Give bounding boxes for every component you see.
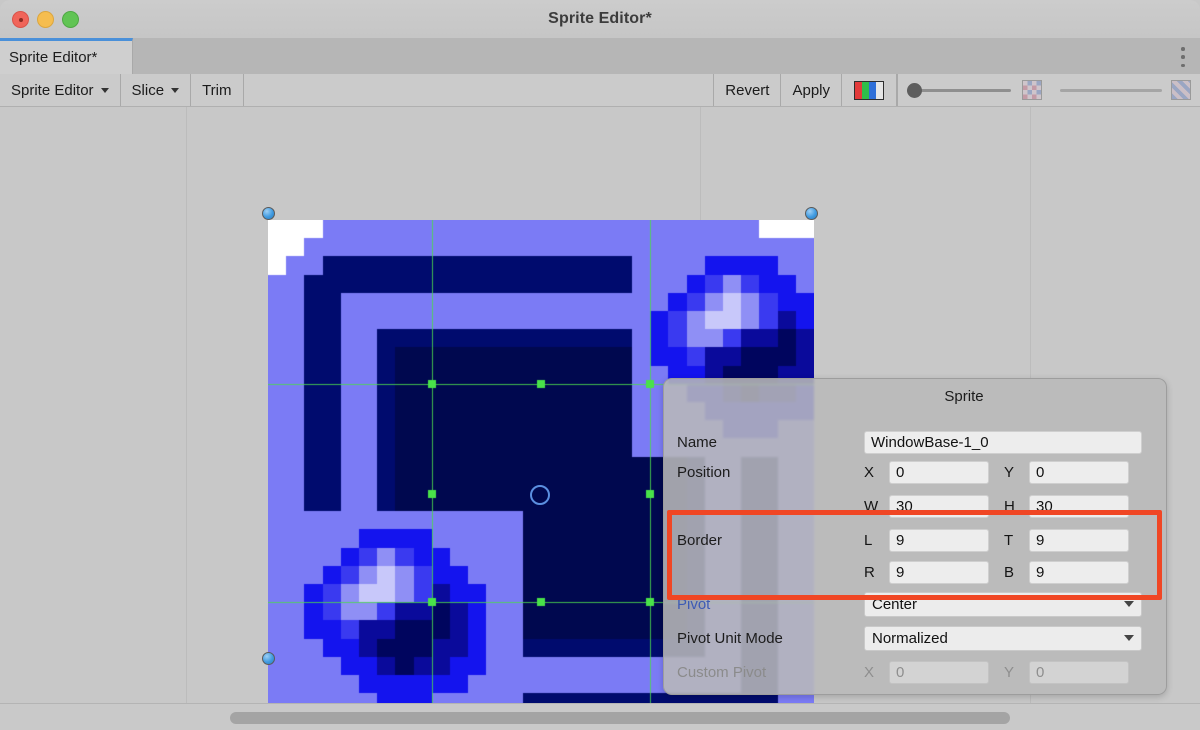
- size-h-input[interactable]: 30: [1029, 494, 1129, 518]
- toolbar-right-group: Revert Apply: [714, 74, 1200, 106]
- size-w-input[interactable]: 30: [889, 494, 989, 518]
- alpha-slider[interactable]: [1051, 74, 1200, 106]
- trim-label: Trim: [202, 81, 232, 99]
- tab-sprite-editor[interactable]: Sprite Editor*: [0, 38, 133, 74]
- kebab-menu-icon[interactable]: [1180, 47, 1186, 67]
- name-label: Name: [677, 433, 718, 451]
- position-y-input[interactable]: 0: [1029, 460, 1129, 484]
- size-wh-group: W 30 H 30: [864, 494, 1129, 518]
- size-h-axis-label: H: [1004, 497, 1015, 515]
- revert-label: Revert: [725, 81, 770, 99]
- name-input[interactable]: WindowBase-1_0: [864, 430, 1142, 454]
- sprite-editor-dropdown-button[interactable]: Sprite Editor: [0, 74, 121, 106]
- zoom-slider-knob[interactable]: [907, 82, 922, 98]
- custom-pivot-x-input: 0: [889, 660, 989, 684]
- pivot-unit-mode-dropdown[interactable]: Normalized: [864, 625, 1142, 651]
- apply-label: Apply: [792, 81, 830, 99]
- pivot-value: Center: [872, 595, 918, 613]
- border-label: Border: [677, 531, 723, 549]
- custom-pivot-y-input: 0: [1029, 660, 1129, 684]
- corner-handle-top-left[interactable]: [262, 207, 275, 220]
- pivot-unit-mode-value: Normalized: [872, 629, 948, 647]
- sprite-editor-dropdown-label: Sprite Editor: [11, 81, 94, 99]
- slice-dropdown-button[interactable]: Slice: [120, 74, 192, 106]
- position-x-input[interactable]: 0: [889, 460, 989, 484]
- pivot-dropdown[interactable]: Center: [864, 591, 1142, 617]
- pivot-unit-mode-label: Pivot Unit Mode: [677, 629, 783, 647]
- sprite-canvas-area[interactable]: Sprite Name WindowBase-1_0 Position X 0 …: [0, 107, 1200, 703]
- checker-alpha-icon: [1171, 80, 1191, 100]
- border-r-axis-label: R: [864, 563, 875, 581]
- position-xy-group: X 0 Y 0: [864, 460, 1129, 484]
- border-rb-row: R 9 B 9: [664, 557, 1168, 587]
- border-top-input[interactable]: 9: [1029, 528, 1129, 552]
- chevron-down-icon: [1124, 601, 1134, 607]
- zoom-slider[interactable]: [897, 74, 1051, 106]
- horizontal-scrollbar-area[interactable]: [0, 703, 1200, 730]
- revert-button[interactable]: Revert: [714, 74, 782, 106]
- position-y-axis-label: Y: [1004, 463, 1015, 481]
- custom-pivot-row: Custom Pivot X 0 Y 0: [664, 657, 1168, 687]
- rgba-channel-icon: [854, 80, 884, 100]
- position-row: Position X 0 Y 0: [664, 457, 1168, 487]
- sprite-editor-window: Sprite Editor* Sprite Editor* Sprite Edi…: [0, 0, 1200, 730]
- chevron-down-icon: [171, 87, 180, 93]
- tab-strip: Sprite Editor*: [0, 38, 1200, 75]
- apply-button[interactable]: Apply: [781, 74, 842, 106]
- inspector-title-row: Sprite: [664, 388, 1166, 405]
- custom-pivot-y-axis-label: Y: [1004, 663, 1015, 681]
- border-row: Border L 9 T 9: [664, 525, 1168, 555]
- window-title: Sprite Editor*: [548, 10, 652, 27]
- size-row: W 30 H 30: [664, 491, 1168, 521]
- tab-label: Sprite Editor*: [9, 49, 98, 66]
- border-bottom-input[interactable]: 9: [1029, 560, 1129, 584]
- border-lt-group: L 9 T 9: [864, 528, 1129, 552]
- border-b-axis-label: B: [1004, 563, 1015, 581]
- border-t-axis-label: T: [1004, 531, 1014, 549]
- alpha-slider-track[interactable]: [1060, 88, 1162, 92]
- editor-toolbar: Sprite Editor Slice Trim Revert Apply: [0, 74, 1200, 107]
- horizontal-scrollbar[interactable]: [230, 712, 1010, 724]
- window-titlebar: Sprite Editor*: [0, 0, 1200, 39]
- border-left-input[interactable]: 9: [889, 528, 989, 552]
- slice-dropdown-label: Slice: [131, 81, 165, 99]
- sprite-inspector-panel[interactable]: Sprite Name WindowBase-1_0 Position X 0 …: [663, 378, 1167, 695]
- position-x-axis-label: X: [864, 463, 875, 481]
- chevron-down-icon: [100, 87, 109, 93]
- custom-pivot-label: Custom Pivot: [677, 663, 767, 681]
- pivot-unit-mode-row: Pivot Unit Mode Normalized: [664, 623, 1168, 653]
- custom-pivot-xy-group: X 0 Y 0: [864, 660, 1129, 684]
- position-label: Position: [677, 463, 731, 481]
- size-w-axis-label: W: [864, 497, 879, 515]
- rgba-channel-button[interactable]: [842, 74, 897, 106]
- checker-zoom-icon: [1022, 80, 1042, 100]
- inspector-title: Sprite: [944, 388, 984, 405]
- zoom-slider-track[interactable]: [907, 82, 1011, 98]
- chevron-down-icon: [1124, 635, 1134, 641]
- toolbar-spacer: [243, 74, 715, 106]
- canvas-grid-line: [186, 107, 187, 703]
- corner-handle-bottom-left[interactable]: [262, 652, 275, 665]
- pivot-label: Pivot: [677, 595, 711, 613]
- custom-pivot-x-axis-label: X: [864, 663, 875, 681]
- border-rb-group: R 9 B 9: [864, 560, 1129, 584]
- trim-button[interactable]: Trim: [191, 74, 244, 106]
- pivot-ring-icon[interactable]: [530, 485, 550, 505]
- corner-handle-top-right[interactable]: [805, 207, 818, 220]
- border-right-input[interactable]: 9: [889, 560, 989, 584]
- pivot-row: Pivot Center: [664, 589, 1168, 619]
- border-l-axis-label: L: [864, 531, 873, 549]
- name-row: Name WindowBase-1_0: [664, 427, 1168, 457]
